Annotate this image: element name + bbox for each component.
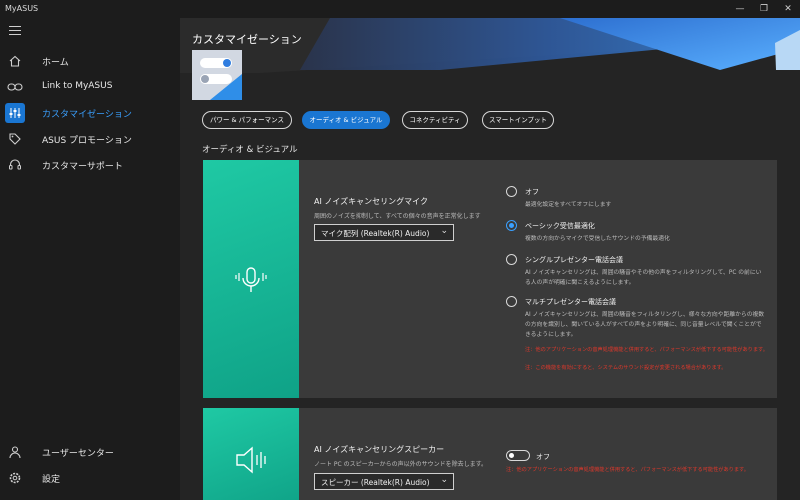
option-label: オフ bbox=[525, 188, 539, 196]
radio-basic[interactable] bbox=[506, 220, 517, 231]
mic-option-single-presenter[interactable]: シングルプレゼンター電話会議 AI ノイズキャンセリングは、周囲の騒音やその他の… bbox=[506, 254, 766, 292]
radio-off[interactable] bbox=[506, 186, 517, 197]
speaker-feature-description: ノート PC のスピーカーからの声以外のサウンドを除去します。 bbox=[314, 461, 488, 468]
speaker-device-value: スピーカー (Realtek(R) Audio) bbox=[321, 478, 430, 487]
headset-icon bbox=[5, 155, 25, 175]
mic-feature-title: AI ノイズキャンセリングマイク bbox=[314, 197, 428, 206]
mic-device-dropdown[interactable]: マイク配列 (Realtek(R) Audio) ⌄ bbox=[314, 224, 454, 241]
option-description: AI ノイズキャンセリングは、周囲の騒音やその他の声をフィルタリングして、PC … bbox=[525, 270, 762, 286]
mic-option-off[interactable]: オフ 最適化設定をすべてオフにします bbox=[506, 186, 766, 212]
sidebar-item-link-to-myasus[interactable]: Link to MyASUS bbox=[0, 74, 180, 100]
card-accent-panel bbox=[203, 160, 299, 398]
option-description: AI ノイズキャンセリングは、周囲の騒音をフィルタリングし、様々な方向や距離から… bbox=[525, 312, 765, 338]
maximize-button[interactable]: ❐ bbox=[752, 2, 776, 16]
header-banner: カスタマイゼーション bbox=[180, 18, 800, 100]
sidebar-item-label: 設定 bbox=[42, 475, 61, 485]
microphone-icon bbox=[235, 267, 267, 292]
close-button[interactable]: ✕ bbox=[776, 2, 800, 16]
mic-warning-1: 注：他のアプリケーションの音声処理機能と併用すると、パフォーマンスが低下する可能… bbox=[525, 347, 768, 353]
sidebar-item-user-center[interactable]: ユーザーセンター bbox=[0, 439, 180, 465]
chevron-down-icon: ⌄ bbox=[440, 226, 448, 236]
tag-icon bbox=[5, 129, 25, 149]
page-title: カスタマイゼーション bbox=[192, 33, 302, 46]
tab-connectivity[interactable]: コネクティビティ bbox=[402, 111, 468, 129]
customization-banner-icon bbox=[192, 50, 242, 100]
sidebar-item-home[interactable]: ホーム bbox=[0, 48, 180, 74]
sidebar-item-label: カスタマーサポート bbox=[42, 162, 123, 172]
speaker-warning: 注：他のアプリケーションの音声処理機能と併用すると、パフォーマンスが低下する可能… bbox=[506, 467, 749, 473]
mic-feature-description: 周囲のノイズを抑制して、すべての個々の音声を正常化します bbox=[314, 213, 481, 220]
tab-audio-visual[interactable]: オーディオ & ビジュアル bbox=[302, 111, 390, 129]
tab-smart-input[interactable]: スマートインプット bbox=[482, 111, 554, 129]
sidebar-item-customization[interactable]: カスタマイゼーション bbox=[0, 100, 180, 126]
chevron-down-icon: ⌄ bbox=[440, 475, 448, 485]
speaker-feature-title: AI ノイズキャンセリングスピーカー bbox=[314, 445, 445, 454]
option-label: シングルプレゼンター電話会議 bbox=[525, 256, 623, 264]
sidebar-item-support[interactable]: カスタマーサポート bbox=[0, 152, 180, 178]
sidebar-item-promotion[interactable]: ASUS プロモーション bbox=[0, 126, 180, 152]
option-description: 複数の方向からマイクで受信したサウンドの予備最適化 bbox=[525, 236, 670, 242]
mic-device-value: マイク配列 (Realtek(R) Audio) bbox=[321, 229, 430, 238]
tab-power-performance[interactable]: パワー & パフォーマンス bbox=[202, 111, 292, 129]
sidebar-item-label: カスタマイゼーション bbox=[42, 110, 132, 120]
mic-warning-2: 注：この機能を有効にすると、システムのサウンド設定が変更される場合があります。 bbox=[525, 365, 727, 371]
speaker-device-dropdown[interactable]: スピーカー (Realtek(R) Audio) ⌄ bbox=[314, 473, 454, 490]
gear-icon bbox=[5, 468, 25, 488]
minimize-button[interactable]: — bbox=[728, 2, 752, 16]
sidebar-item-label: ユーザーセンター bbox=[42, 449, 114, 459]
user-icon bbox=[5, 442, 25, 462]
card-accent-panel bbox=[203, 408, 299, 500]
app-title: MyASUS bbox=[5, 4, 39, 13]
radio-single-presenter[interactable] bbox=[506, 254, 517, 265]
option-label: マルチプレゼンター電話会議 bbox=[525, 298, 616, 306]
sidebar-item-label: Link to MyASUS bbox=[42, 81, 113, 91]
speaker-icon bbox=[236, 446, 266, 474]
mic-option-basic[interactable]: ベーシック受信最適化 複数の方向からマイクで受信したサウンドの予備最適化 bbox=[506, 220, 766, 246]
sidebar-item-label: ホーム bbox=[42, 58, 69, 68]
title-bar: MyASUS — ❐ ✕ bbox=[0, 0, 800, 18]
option-description: 最適化設定をすべてオフにします bbox=[525, 202, 612, 208]
sidebar-item-settings[interactable]: 設定 bbox=[0, 465, 180, 491]
ai-noise-cancel-speaker-card: AI ノイズキャンセリングスピーカー ノート PC のスピーカーからの声以外のサ… bbox=[203, 408, 777, 500]
toggle-knob bbox=[509, 453, 514, 458]
sidebar: ホーム Link to MyASUS カスタマイゼーション ASUS プロモーシ… bbox=[0, 18, 180, 500]
banner-graphic bbox=[180, 18, 800, 73]
sidebar-item-label: ASUS プロモーション bbox=[42, 136, 132, 146]
link-icon bbox=[5, 77, 25, 97]
mic-option-multi-presenter[interactable]: マルチプレゼンター電話会議 AI ノイズキャンセリングは、周囲の騒音をフィルタリ… bbox=[506, 296, 766, 346]
sliders-icon bbox=[5, 103, 25, 123]
ai-noise-cancel-mic-card: AI ノイズキャンセリングマイク 周囲のノイズを抑制して、すべての個々の音声を正… bbox=[203, 160, 777, 398]
hamburger-menu-icon[interactable] bbox=[9, 26, 21, 36]
speaker-toggle-label: オフ bbox=[536, 453, 550, 461]
speaker-toggle[interactable] bbox=[506, 450, 530, 461]
radio-multi-presenter[interactable] bbox=[506, 296, 517, 307]
section-title: オーディオ & ビジュアル bbox=[202, 145, 298, 155]
home-icon bbox=[5, 51, 25, 71]
main-content: カスタマイゼーション パワー & パフォーマンス オーディオ & ビジュアル コ… bbox=[180, 18, 800, 500]
option-label: ベーシック受信最適化 bbox=[525, 222, 595, 230]
